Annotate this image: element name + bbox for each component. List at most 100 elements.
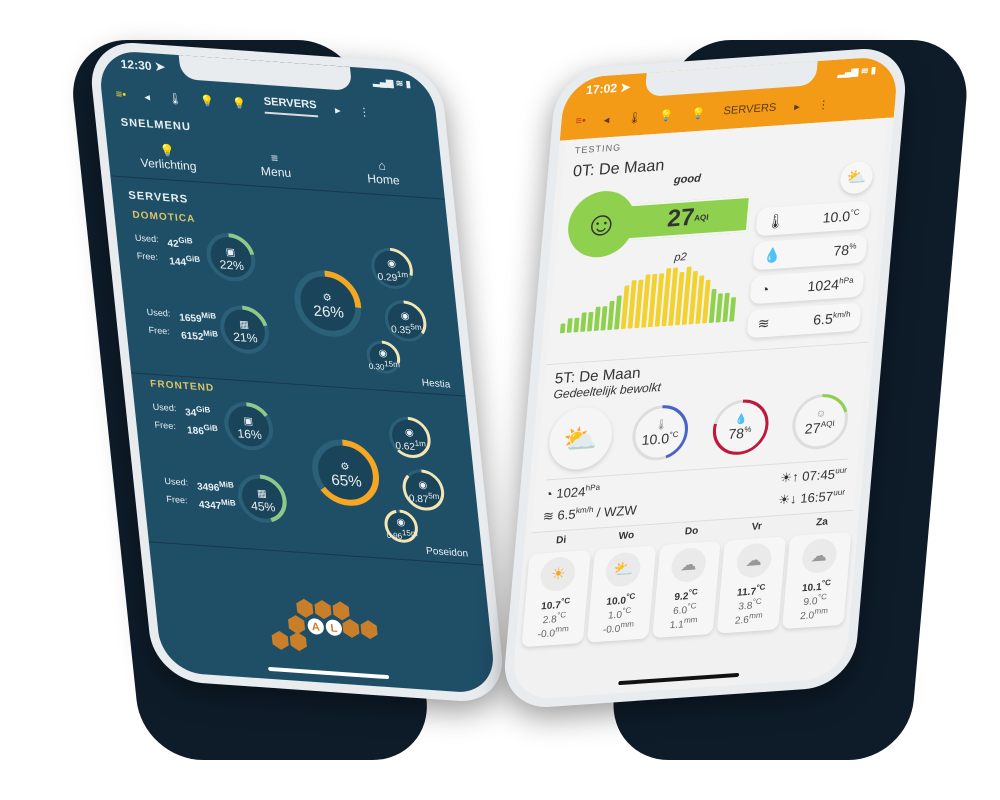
- tab-lights-2[interactable]: 💡: [231, 96, 247, 110]
- home-indicator[interactable]: [267, 666, 390, 680]
- day-name: Za: [815, 516, 829, 529]
- load-icon: ◉: [400, 310, 411, 323]
- press-value: 1024: [555, 483, 587, 502]
- forecast-day[interactable]: Za ☁ 10.1°C 9.0°C 2.0mm: [782, 514, 853, 629]
- wind-unit: km/h: [575, 505, 594, 516]
- free-value: 4347: [198, 499, 223, 513]
- disk-icon: ▣: [242, 415, 254, 428]
- phone-servers: 12:30 ➤ ▂▄▆ ≋ ▮ ≡• ◂ 🌡 💡 💡 SERVERS ▸ ⋮ S…: [87, 39, 507, 705]
- al-logo: A L: [271, 598, 378, 652]
- chip-icon: ▦: [256, 488, 268, 500]
- tab-prev[interactable]: ◂: [144, 90, 151, 103]
- aqi-bar: [708, 288, 717, 323]
- rain: 1.1: [669, 619, 685, 632]
- home-indicator[interactable]: [618, 672, 740, 686]
- load-value: 0.35: [390, 324, 412, 337]
- free-label: Free:: [148, 325, 171, 337]
- load-icon: ◉: [378, 347, 389, 360]
- day-name: Wo: [618, 529, 635, 542]
- aqi-bar: [715, 293, 723, 323]
- disk-usage: Used: 42GiB Free: 144GiB: [134, 233, 210, 271]
- cpu-icon: ⚙: [322, 291, 333, 304]
- rain: -0.0: [537, 628, 556, 641]
- more-icon[interactable]: ⋮: [358, 105, 370, 119]
- forecast-day[interactable]: Vr ☁ 11.7°C 3.8°C 2.6mm: [717, 519, 788, 634]
- cpu-gauge: ⚙ 65%: [306, 434, 387, 516]
- memory-usage: Used: 1659MiB Free: 6152MiB: [146, 307, 222, 345]
- tab-lights-1[interactable]: 💡: [200, 94, 215, 108]
- rain: 2.6: [734, 615, 750, 628]
- thermometer-icon: 🌡: [766, 211, 786, 230]
- aqi-bar: [614, 295, 622, 330]
- host-name: Hestia: [421, 377, 451, 391]
- unit: °C: [560, 595, 571, 606]
- sunrise-time: 07:45: [801, 466, 836, 484]
- disk-pct: 22: [218, 257, 234, 273]
- hum-value: 78: [832, 241, 850, 259]
- load-value: 0.30: [368, 361, 385, 372]
- unit: °C: [625, 591, 636, 601]
- free-value: 186: [186, 425, 205, 438]
- load-gauge-15m: ◉ 0.9615m: [381, 507, 422, 551]
- more-icon[interactable]: ⋮: [817, 98, 829, 112]
- tab-servers[interactable]: SERVERS: [723, 102, 777, 118]
- weather-icon: ☁: [735, 541, 773, 579]
- smiley-icon: ☺: [815, 407, 827, 420]
- cpu-gauge: ⚙ 26%: [288, 265, 369, 347]
- unit: °C: [687, 601, 697, 611]
- quick-menu-button[interactable]: ≡ Menu: [220, 147, 330, 182]
- unit: MiB: [218, 479, 235, 490]
- used-label: Used:: [134, 232, 160, 245]
- tab-servers[interactable]: SERVERS: [263, 95, 318, 118]
- unit: °C: [556, 610, 567, 620]
- free-value: 144: [168, 256, 187, 269]
- forecast-day[interactable]: Do ☁ 9.2°C 6.0°C 1.1mm: [651, 524, 723, 638]
- sunset-readout: ☀↓ 16:57uur: [778, 488, 846, 509]
- sunrise-readout: ☀↑ 07:45uur: [780, 466, 848, 487]
- gauge-value: 10.0: [641, 429, 670, 448]
- load-unit: 15m: [401, 527, 419, 538]
- gauge-unit: %: [743, 424, 752, 434]
- aqi-bar: [573, 317, 580, 333]
- tab-prev[interactable]: ◂: [603, 113, 610, 126]
- time-unit: uur: [834, 465, 848, 476]
- gauge-unit: AQI: [820, 418, 836, 429]
- humidity-gauge: 💧 78%: [706, 394, 774, 460]
- gauge-value: 27: [804, 419, 822, 437]
- mem-pct: 21: [232, 329, 248, 345]
- unit: mm: [554, 624, 570, 635]
- load-unit: 15m: [383, 358, 401, 369]
- tab-next[interactable]: ▸: [794, 100, 801, 113]
- tab-next[interactable]: ▸: [334, 103, 341, 116]
- load-gauge-15m: ◉ 0.3015m: [363, 338, 404, 382]
- temperature-gauge: 🌡 10.0°C: [627, 400, 695, 466]
- tab-temperature[interactable]: 🌡: [167, 91, 182, 105]
- time-unit: uur: [832, 487, 846, 498]
- humidity-tile: 💧 78%: [752, 234, 868, 271]
- tab-temperature[interactable]: 🌡: [627, 111, 642, 125]
- aqi-value-box: 27 AQI: [625, 195, 751, 241]
- pressure-tile: ◔ 1024hPa: [749, 268, 865, 305]
- temp-unit: °C: [850, 207, 860, 218]
- partly-cloudy-icon: ⛅: [839, 160, 875, 195]
- tab-lights-2[interactable]: 💡: [691, 106, 706, 120]
- load-gauge-1m: ◉ 0.621m: [385, 414, 434, 466]
- forecast-day[interactable]: Wo ⛅ 10.0°C 1.0°C -0.0mm: [586, 528, 658, 643]
- weather-icon: ☀: [539, 555, 577, 592]
- weather-icon: ⛅: [604, 550, 643, 588]
- cpu-pct: 65: [330, 471, 349, 490]
- free-label: Free:: [136, 250, 159, 263]
- quick-verlichting-button[interactable]: 💡 Verlichting: [113, 140, 223, 175]
- load-value: 0.62: [394, 440, 416, 453]
- sunrise-icon: ☀↑: [779, 469, 800, 486]
- quick-home-button[interactable]: ⌂ Home: [328, 155, 438, 190]
- menu-icon[interactable]: ≡•: [575, 115, 586, 128]
- menu-icon[interactable]: ≡•: [115, 88, 127, 101]
- wind-tile: ≋ 6.5km/h: [746, 302, 862, 339]
- logo-letter-l: L: [330, 623, 338, 635]
- load-icon: ◉: [395, 516, 406, 529]
- servers-screen: 12:30 ➤ ▂▄▆ ≋ ▮ ≡• ◂ 🌡 💡 💡 SERVERS ▸ ⋮ S…: [97, 49, 497, 695]
- forecast-day[interactable]: Di ☀ 10.7°C 2.8°C -0.0mm: [521, 533, 592, 647]
- tab-lights-1[interactable]: 💡: [659, 108, 674, 122]
- unit: GiB: [195, 404, 211, 415]
